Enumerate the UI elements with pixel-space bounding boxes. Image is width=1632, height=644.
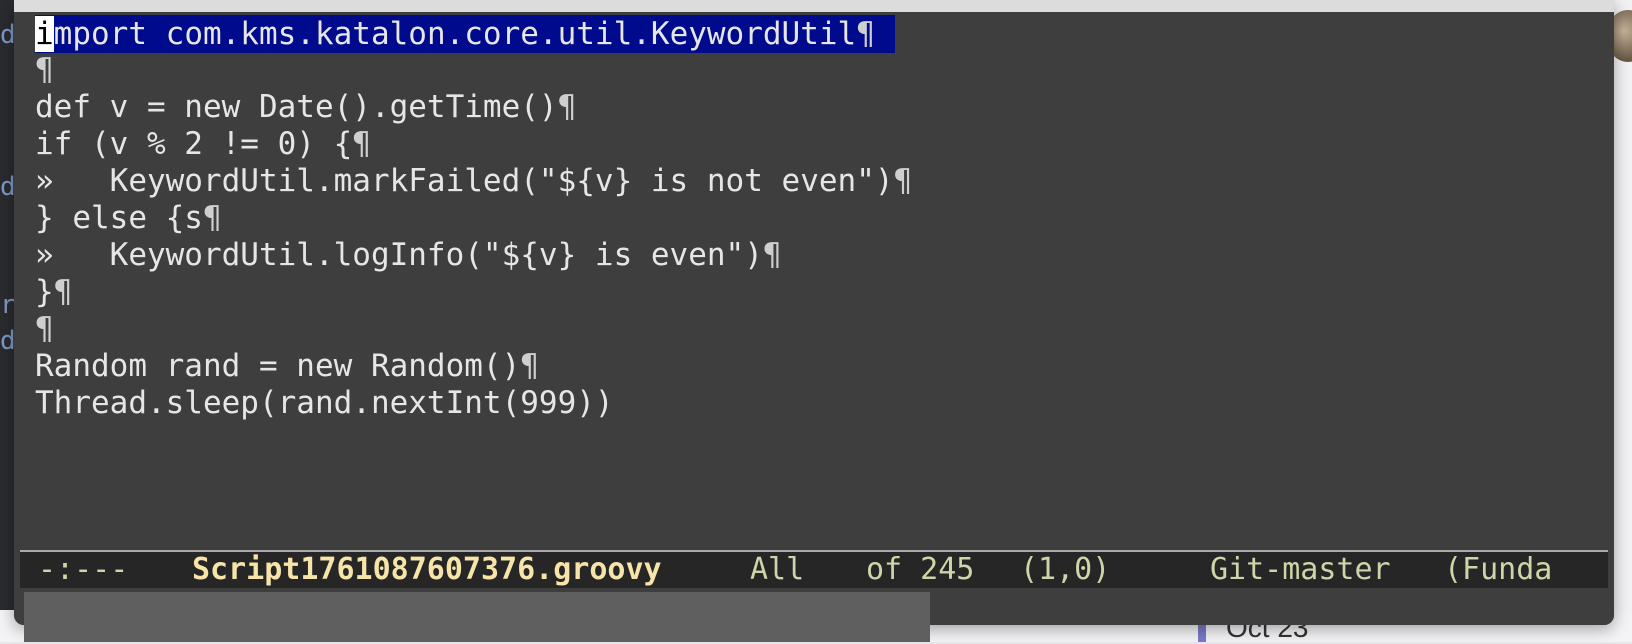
pilcrow-mark: ¶ bbox=[893, 163, 913, 199]
modeline-major-mode[interactable]: (Funda bbox=[1444, 552, 1552, 588]
code-line-6[interactable]: } else {s¶ bbox=[35, 199, 222, 237]
editor-buffer[interactable]: import com.kms.katalon.core.util.Keyword… bbox=[20, 12, 1608, 550]
modeline-buffer-name[interactable]: Script1761087607376.groovy bbox=[192, 552, 662, 588]
code-text: » KeywordUtil.markFailed("${v} is not ev… bbox=[35, 163, 894, 199]
code-line-9[interactable]: ¶ bbox=[35, 310, 54, 348]
code-line-8[interactable]: }¶ bbox=[35, 273, 72, 311]
code-text: Random rand = new Random() bbox=[35, 348, 521, 384]
modeline-vc-branch[interactable]: Git-master bbox=[1210, 552, 1391, 588]
pilcrow-mark: ¶ bbox=[557, 89, 577, 125]
code-text: } else {s bbox=[35, 200, 203, 236]
modeline-cursor-position: (1,0) bbox=[1020, 552, 1111, 587]
code-line-3[interactable]: def v = new Date().getTime()¶ bbox=[35, 88, 576, 126]
code-text: mport com.kms.katalon.core.util.KeywordU… bbox=[53, 16, 857, 52]
code-text: if (v % 2 != 0) { bbox=[35, 126, 353, 162]
overlay-panel bbox=[24, 592, 930, 642]
text-cursor: i bbox=[35, 16, 54, 52]
code-text: Thread.sleep(rand.nextInt(999)) bbox=[35, 385, 614, 421]
pilcrow-mark: ¶ bbox=[35, 311, 54, 347]
pilcrow-mark: ¶ bbox=[856, 16, 875, 52]
pilcrow-mark: ¶ bbox=[202, 200, 222, 236]
code-line-10[interactable]: Random rand = new Random()¶ bbox=[35, 347, 539, 385]
pilcrow-mark: ¶ bbox=[352, 126, 371, 162]
pilcrow-mark: ¶ bbox=[520, 348, 539, 384]
code-line-4[interactable]: if (v % 2 != 0) {¶ bbox=[35, 125, 371, 163]
modeline-line-count: of 245 bbox=[866, 552, 975, 587]
code-line-7[interactable]: » KeywordUtil.logInfo("${v} is even")¶ bbox=[35, 236, 782, 274]
code-text: » KeywordUtil.logInfo("${v} is even") bbox=[35, 237, 763, 273]
code-text: def v = new Date().getTime() bbox=[35, 89, 558, 125]
code-text: } bbox=[35, 274, 54, 310]
pilcrow-mark: ¶ bbox=[53, 274, 73, 310]
code-line-5[interactable]: » KeywordUtil.markFailed("${v} is not ev… bbox=[35, 162, 912, 200]
mode-line[interactable]: -:--- Script1761087607376.groovy All of … bbox=[20, 550, 1608, 590]
code-line-1[interactable]: import com.kms.katalon.core.util.Keyword… bbox=[35, 15, 895, 53]
emacs-window[interactable]: import com.kms.katalon.core.util.Keyword… bbox=[14, 0, 1614, 625]
code-line-11[interactable]: Thread.sleep(rand.nextInt(999)) bbox=[35, 384, 614, 422]
pilcrow-mark: ¶ bbox=[35, 52, 54, 88]
modeline-status: -:--- bbox=[38, 552, 129, 587]
code-line-2[interactable]: ¶ bbox=[35, 51, 54, 89]
pilcrow-mark: ¶ bbox=[762, 237, 782, 273]
window-titlebar[interactable] bbox=[14, 0, 1614, 12]
modeline-position: All bbox=[750, 552, 805, 587]
